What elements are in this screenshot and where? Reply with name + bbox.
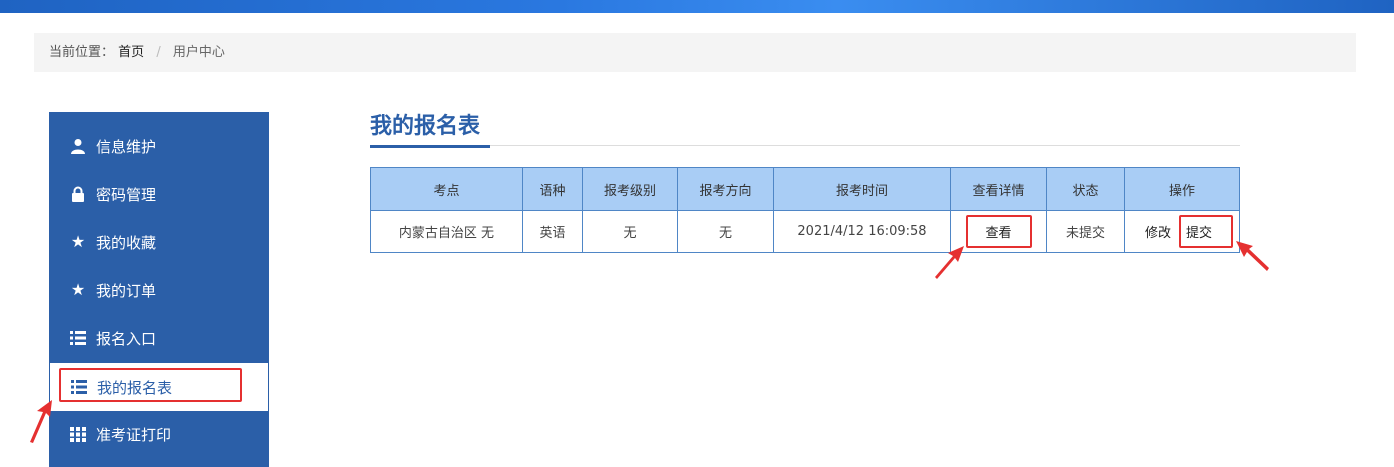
arrow-icon <box>1236 241 1269 271</box>
arrow-icon <box>935 246 964 279</box>
arrow-icon <box>30 400 52 443</box>
annotation-arrows <box>30 241 1269 443</box>
